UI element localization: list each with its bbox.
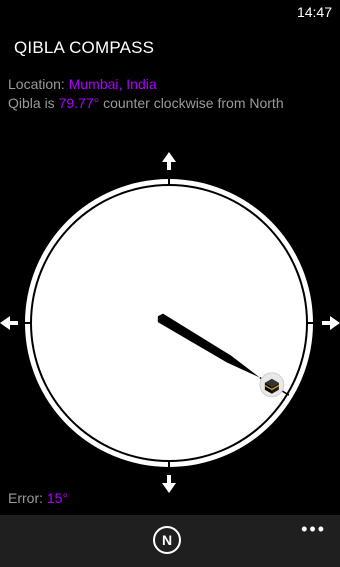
- qibla-prefix: Qibla is: [8, 95, 59, 111]
- location-value: Mumbai, India: [68, 76, 157, 92]
- status-clock: 14:47: [296, 4, 332, 20]
- error-value: 15°: [46, 490, 69, 506]
- qibla-angle: 79.77°: [58, 95, 100, 111]
- app-title: QIBLA COMPASS: [14, 38, 155, 57]
- error-label: Error:: [8, 490, 47, 506]
- qibla-suffix: counter clockwise from North: [99, 95, 284, 111]
- arrow-up-icon: [162, 152, 176, 170]
- location-line: Location: Mumbai, India: [8, 76, 157, 92]
- arrow-left-icon: [0, 316, 18, 330]
- error-line: Error: 15°: [8, 490, 68, 506]
- compass-dial: [0, 152, 340, 493]
- location-label: Location:: [8, 76, 69, 92]
- arrow-right-icon: [322, 316, 340, 330]
- status-bar: 14:47: [0, 0, 340, 24]
- qibla-line: Qibla is 79.77° counter clockwise from N…: [8, 95, 284, 111]
- more-options-button[interactable]: •••: [301, 519, 326, 540]
- arrow-down-icon: [162, 475, 176, 493]
- north-button[interactable]: N: [153, 526, 181, 554]
- app-bar: N •••: [0, 515, 340, 567]
